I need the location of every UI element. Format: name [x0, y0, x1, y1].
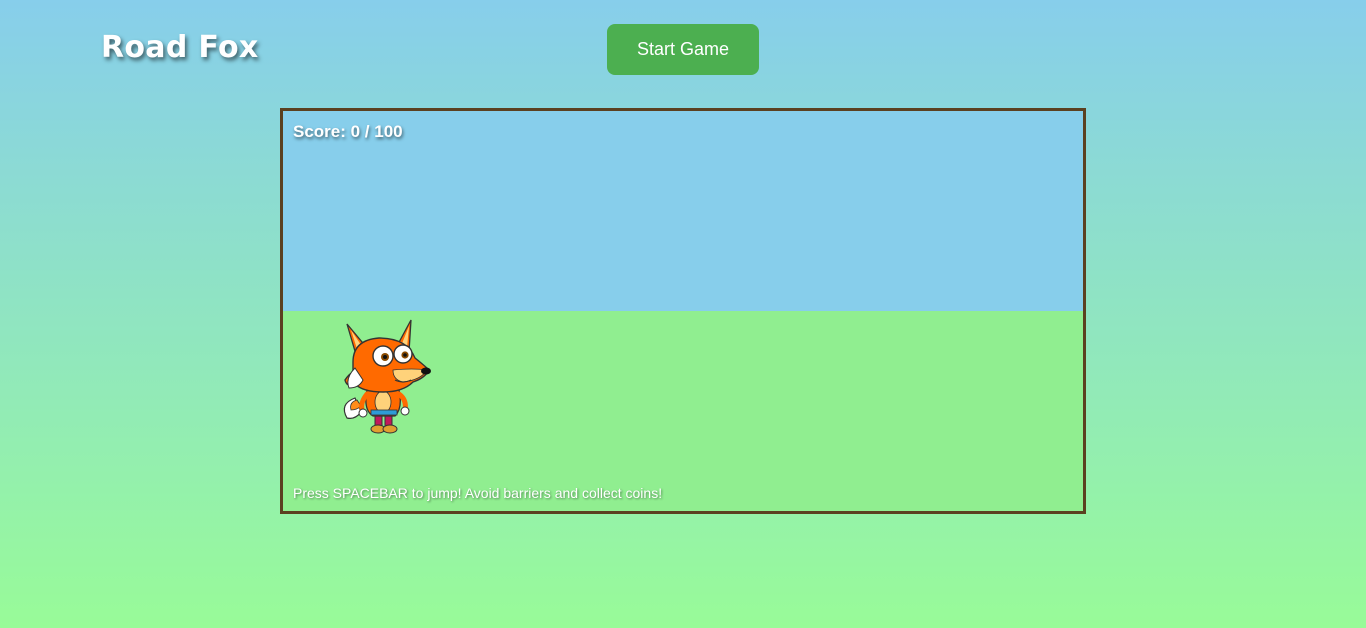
- start-game-button[interactable]: Start Game: [607, 24, 759, 75]
- instructions-text: Press SPACEBAR to jump! Avoid barriers a…: [293, 485, 663, 501]
- sky-area: [283, 111, 1083, 311]
- fox-character-icon: [343, 319, 431, 434]
- score-display: Score: 0 / 100: [293, 122, 403, 141]
- game-canvas[interactable]: Score: 0 / 100 Press SPACEBAR to jump! A…: [280, 108, 1086, 514]
- game-title: Road Fox: [101, 30, 259, 65]
